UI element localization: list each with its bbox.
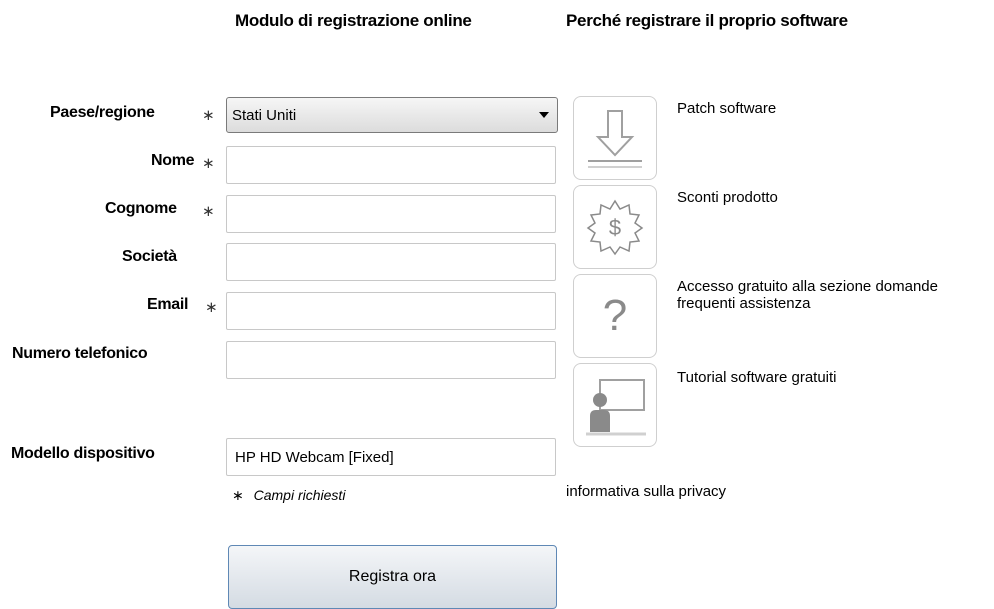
benefit-text-discount: Sconti prodotto — [677, 189, 778, 206]
email-field[interactable] — [227, 293, 555, 329]
required-note-text: Campi richiesti — [253, 487, 346, 503]
last-name-label: Cognome — [105, 200, 177, 217]
required-marker: ∗ — [202, 203, 215, 220]
first-name-field-box — [226, 146, 556, 184]
device-model-label: Modello dispositivo — [11, 445, 155, 462]
benefits-heading: Perché registrare il proprio software — [566, 11, 848, 30]
first-name-field[interactable] — [227, 147, 555, 183]
benefit-tile-faq: ? — [573, 274, 657, 358]
country-select-value: Stati Uniti — [232, 106, 297, 124]
chevron-down-icon[interactable] — [539, 112, 549, 118]
country-select[interactable]: Stati Uniti — [226, 97, 558, 133]
required-marker: ∗ — [232, 487, 244, 503]
benefit-tile-discount: $ — [573, 185, 657, 269]
company-field[interactable] — [227, 244, 555, 280]
privacy-policy-link[interactable]: informativa sulla privacy — [566, 483, 726, 500]
register-now-button[interactable]: Registra ora — [228, 545, 557, 609]
phone-label: Numero telefonico — [12, 345, 148, 362]
question-mark-icon: ? — [602, 291, 628, 340]
company-field-box — [226, 243, 556, 281]
phone-field-box — [226, 341, 556, 379]
benefit-text-patch: Patch software — [677, 100, 777, 117]
required-marker: ∗ — [202, 155, 215, 172]
email-field-box — [226, 292, 556, 330]
last-name-field[interactable] — [227, 196, 555, 232]
required-marker: ∗ — [202, 107, 215, 124]
tutorial-presenter-icon — [586, 379, 646, 436]
svg-text:$: $ — [609, 215, 621, 240]
benefit-text-faq: Accesso gratuito alla sezione domande fr… — [677, 278, 938, 312]
first-name-label: Nome — [151, 152, 195, 169]
benefit-tile-tutorial — [573, 363, 657, 447]
dollar-badge-icon: $ — [586, 199, 644, 256]
phone-field[interactable] — [227, 342, 555, 378]
download-arrow-icon — [588, 110, 642, 168]
last-name-field-box — [226, 195, 556, 233]
country-label: Paese/regione — [50, 104, 155, 121]
company-label: Società — [122, 248, 177, 265]
form-heading: Modulo di registrazione online — [235, 11, 472, 30]
email-label: Email — [147, 296, 189, 313]
benefit-text-tutorial: Tutorial software gratuiti — [677, 369, 837, 386]
required-marker: ∗ — [205, 299, 218, 316]
device-model-field[interactable] — [227, 439, 555, 475]
device-model-field-box — [226, 438, 556, 476]
benefit-tile-patch — [573, 96, 657, 180]
required-note: ∗ Campi richiesti — [232, 487, 345, 504]
